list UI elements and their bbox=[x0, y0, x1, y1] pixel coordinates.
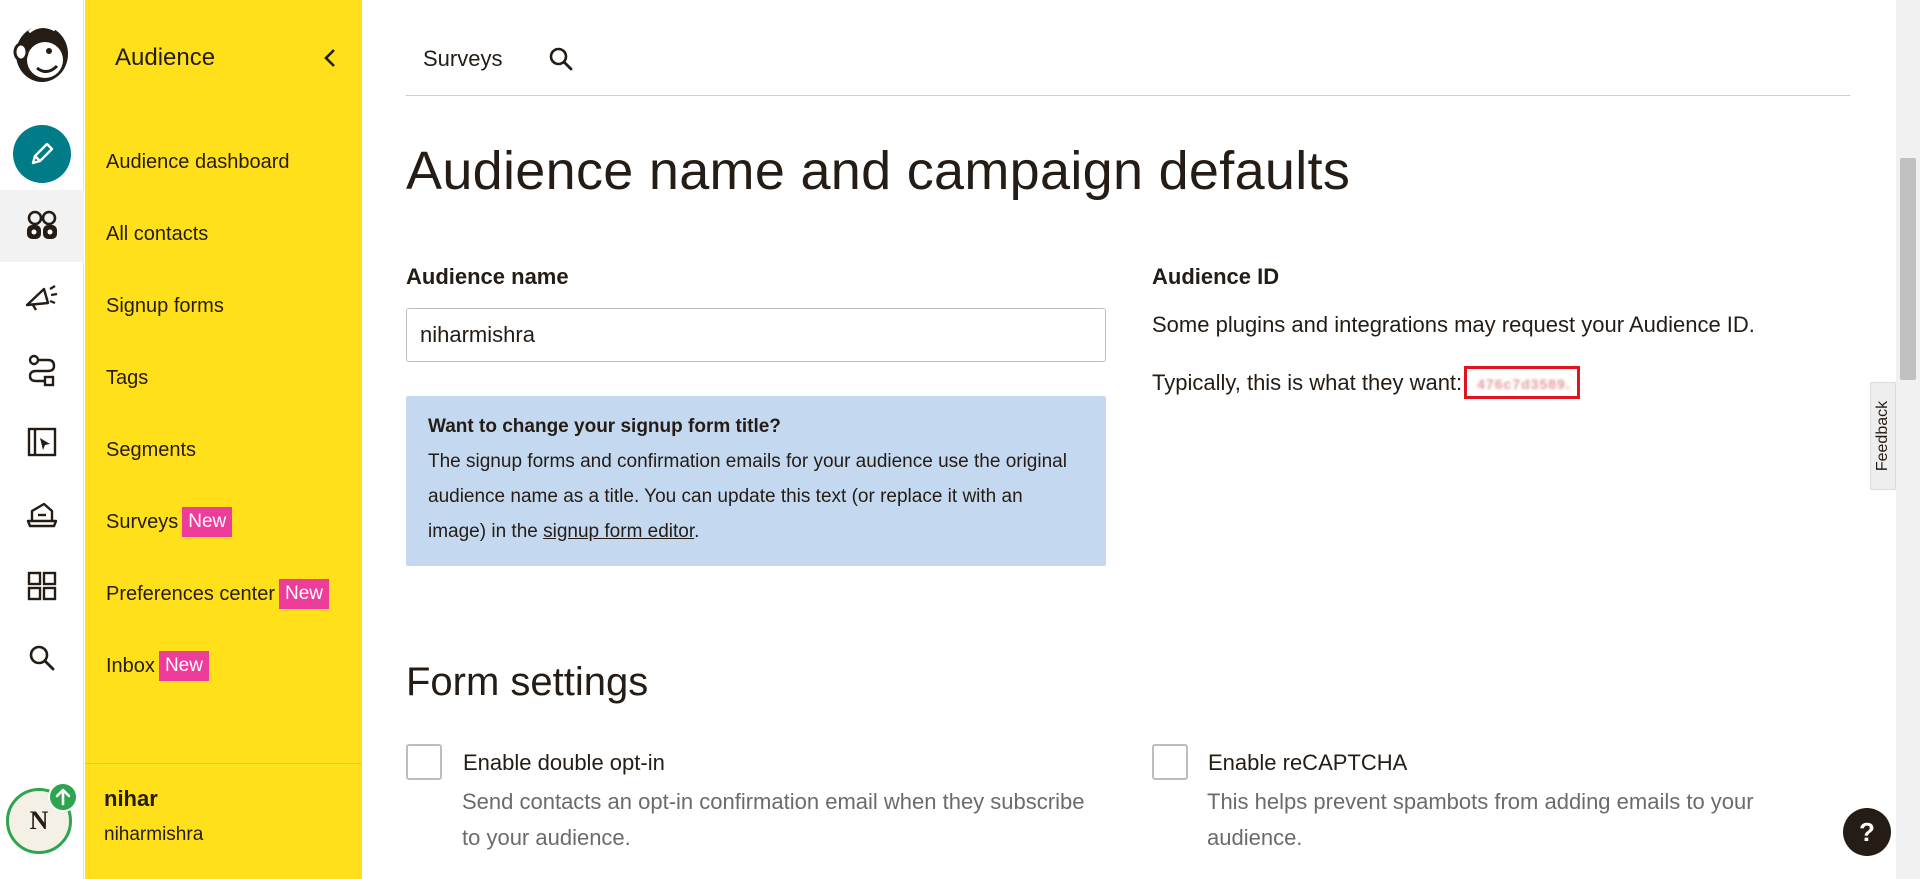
rail-content[interactable] bbox=[0, 478, 84, 550]
audience-id-highlight: 476c7d3589. bbox=[1464, 366, 1580, 399]
scrollbar-thumb[interactable] bbox=[1900, 158, 1916, 380]
info-text-end: . bbox=[694, 521, 700, 542]
info-text: The signup forms and confirmation emails… bbox=[428, 451, 1067, 542]
rail-create[interactable] bbox=[0, 118, 84, 190]
page-title: Audience name and campaign defaults bbox=[406, 141, 1351, 201]
mailchimp-logo-icon[interactable] bbox=[0, 14, 84, 90]
feedback-label: Feedback bbox=[1874, 400, 1892, 472]
surveys-link[interactable]: Surveys bbox=[423, 46, 502, 72]
new-badge: New bbox=[182, 506, 233, 538]
nav-header: Audience bbox=[115, 42, 345, 74]
top-bar: Surveys bbox=[406, 22, 1850, 96]
search-icon bbox=[29, 645, 55, 671]
nav-item-label: Tags bbox=[106, 366, 149, 389]
upgrade-arrow-icon bbox=[48, 782, 78, 812]
audience-name-input[interactable] bbox=[406, 308, 1106, 362]
nav-item-label: Segments bbox=[106, 438, 197, 461]
recaptcha-help: This helps prevent spambots from adding … bbox=[1207, 789, 1754, 850]
automations-icon bbox=[28, 354, 56, 387]
nav-item-all-contacts[interactable]: All contacts bbox=[106, 198, 329, 270]
rail-integrations[interactable] bbox=[0, 550, 84, 622]
rail-campaigns[interactable] bbox=[0, 262, 84, 334]
form-settings-title: Form settings bbox=[406, 660, 649, 704]
new-badge: New bbox=[158, 650, 209, 682]
nav-item-surveys[interactable]: Surveys New bbox=[106, 486, 329, 558]
nav-item-label: Preferences center bbox=[106, 582, 275, 605]
nav-title: Audience bbox=[115, 44, 216, 71]
icon-rail: N bbox=[0, 0, 84, 879]
help-button[interactable]: ? bbox=[1843, 808, 1891, 856]
user-account: niharmishra bbox=[104, 824, 204, 845]
nav-item-tags[interactable]: Tags bbox=[106, 342, 329, 414]
audience-id-typical-text: Typically, this is what they want: bbox=[1152, 369, 1463, 395]
audience-name-label: Audience name bbox=[406, 264, 569, 289]
content-icon bbox=[26, 502, 58, 528]
integrations-icon bbox=[27, 571, 57, 601]
audience-id-value: 476c7d3589. bbox=[1477, 376, 1571, 392]
nav-item-audience-dashboard[interactable]: Audience dashboard bbox=[106, 126, 329, 198]
double-optin-label[interactable]: Enable double opt-in bbox=[463, 750, 665, 776]
megaphone-icon bbox=[25, 285, 58, 311]
website-icon bbox=[27, 427, 57, 457]
user-name: nihar bbox=[104, 786, 158, 811]
rail-automations[interactable] bbox=[0, 334, 84, 406]
rail-audience[interactable] bbox=[0, 190, 84, 262]
audience-id-help: Some plugins and integrations may reques… bbox=[1152, 312, 1755, 337]
double-optin-help: Send contacts an opt-in confirmation ema… bbox=[462, 789, 1085, 850]
audience-nav: Audience Audience dashboard All contacts… bbox=[85, 0, 362, 879]
nav-item-label: Inbox bbox=[106, 654, 155, 677]
nav-item-inbox[interactable]: Inbox New bbox=[106, 630, 329, 702]
info-body: The signup forms and confirmation emails… bbox=[428, 444, 1084, 549]
feedback-tab[interactable]: Feedback bbox=[1870, 382, 1896, 490]
info-title: Want to change your signup form title? bbox=[428, 416, 781, 437]
rail-search[interactable] bbox=[0, 622, 84, 694]
audience-id-label: Audience ID bbox=[1152, 264, 1280, 289]
nav-item-label: All contacts bbox=[106, 222, 209, 245]
signup-form-editor-link[interactable]: signup form editor bbox=[543, 521, 694, 542]
rail-website[interactable] bbox=[0, 406, 84, 478]
double-optin-checkbox[interactable] bbox=[406, 744, 442, 780]
nav-item-segments[interactable]: Segments bbox=[106, 414, 329, 486]
nav-item-signup-forms[interactable]: Signup forms bbox=[106, 270, 329, 342]
recaptcha-label[interactable]: Enable reCAPTCHA bbox=[1208, 750, 1407, 776]
audience-icon bbox=[27, 210, 57, 239]
main-content: Surveys Audience name and campaign defau… bbox=[362, 0, 1894, 879]
account-avatar[interactable]: N bbox=[6, 782, 78, 854]
nav-item-preferences-center[interactable]: Preferences center New bbox=[106, 558, 329, 630]
collapse-chevron-left-icon[interactable] bbox=[315, 43, 345, 73]
recaptcha-checkbox[interactable] bbox=[1152, 744, 1188, 780]
nav-item-label: Signup forms bbox=[106, 294, 224, 317]
nav-item-label: Surveys bbox=[106, 510, 179, 533]
audience-id-row: Typically, this is what they want: 476c7… bbox=[1152, 366, 1580, 399]
page-scrollbar[interactable] bbox=[1896, 0, 1920, 879]
new-badge: New bbox=[278, 578, 329, 610]
pencil-icon bbox=[13, 125, 71, 183]
nav-user-panel[interactable]: nihar niharmishra bbox=[85, 763, 362, 879]
search-icon[interactable] bbox=[546, 44, 576, 74]
signup-title-info-box: Want to change your signup form title? T… bbox=[406, 396, 1106, 566]
nav-item-label: Audience dashboard bbox=[106, 150, 290, 173]
nav-list: Audience dashboard All contacts Signup f… bbox=[106, 126, 329, 702]
